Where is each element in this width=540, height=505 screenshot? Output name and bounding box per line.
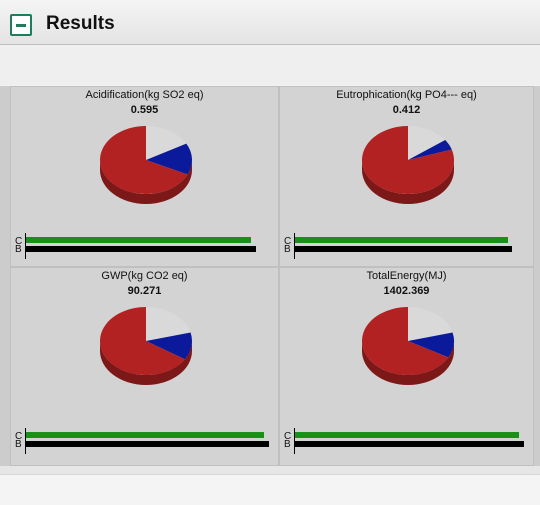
chart-total-value: 0.595 [130, 104, 159, 116]
panel-title: Results [46, 13, 115, 34]
chart-title: Eutrophication(kg PO4--- eq) [336, 89, 477, 101]
toolbar [0, 45, 540, 123]
chart-cell: TotalEnergy(MJ) 1402.369 C B [279, 267, 534, 466]
pie-chart [99, 307, 192, 385]
chart-cell: Acidification(kg SO2 eq) 0.595 C B [10, 86, 279, 267]
bar-b [26, 246, 256, 252]
pie-chart [362, 307, 454, 385]
bar-c [26, 432, 264, 438]
bar-b [295, 441, 524, 447]
chart-title: Acidification(kg SO2 eq) [85, 89, 204, 101]
chart-cell: Eutrophication(kg PO4--- eq) 0.412 C B [279, 86, 534, 267]
results-panel: Results Acidification(kg SO2 eq) 0.595 C… [0, 0, 540, 505]
collapse-button[interactable] [10, 14, 32, 36]
bar-category-label: B [284, 244, 291, 255]
bar-b [295, 246, 512, 252]
bar-c [295, 432, 519, 438]
chart-cell: GWP(kg CO2 eq) 90.271 C B [10, 267, 279, 466]
chart-total-value: 0.412 [392, 104, 421, 116]
bar-c [26, 237, 251, 243]
results-header: Results [0, 0, 540, 45]
bar-category-label: B [15, 439, 22, 450]
minus-icon [16, 24, 26, 27]
bar-category-label: B [15, 244, 22, 255]
bar-b [26, 441, 269, 447]
bar-c [295, 237, 508, 243]
chart-title: TotalEnergy(MJ) [366, 270, 447, 282]
pie-chart [362, 126, 454, 204]
chart-title: GWP(kg CO2 eq) [101, 270, 188, 282]
chart-total-value: 1402.369 [383, 285, 430, 297]
bar-category-label: B [284, 439, 291, 450]
footer-band [0, 466, 540, 474]
pie-chart [100, 126, 192, 204]
chart-total-value: 90.271 [127, 285, 162, 297]
status-bar [0, 474, 540, 505]
